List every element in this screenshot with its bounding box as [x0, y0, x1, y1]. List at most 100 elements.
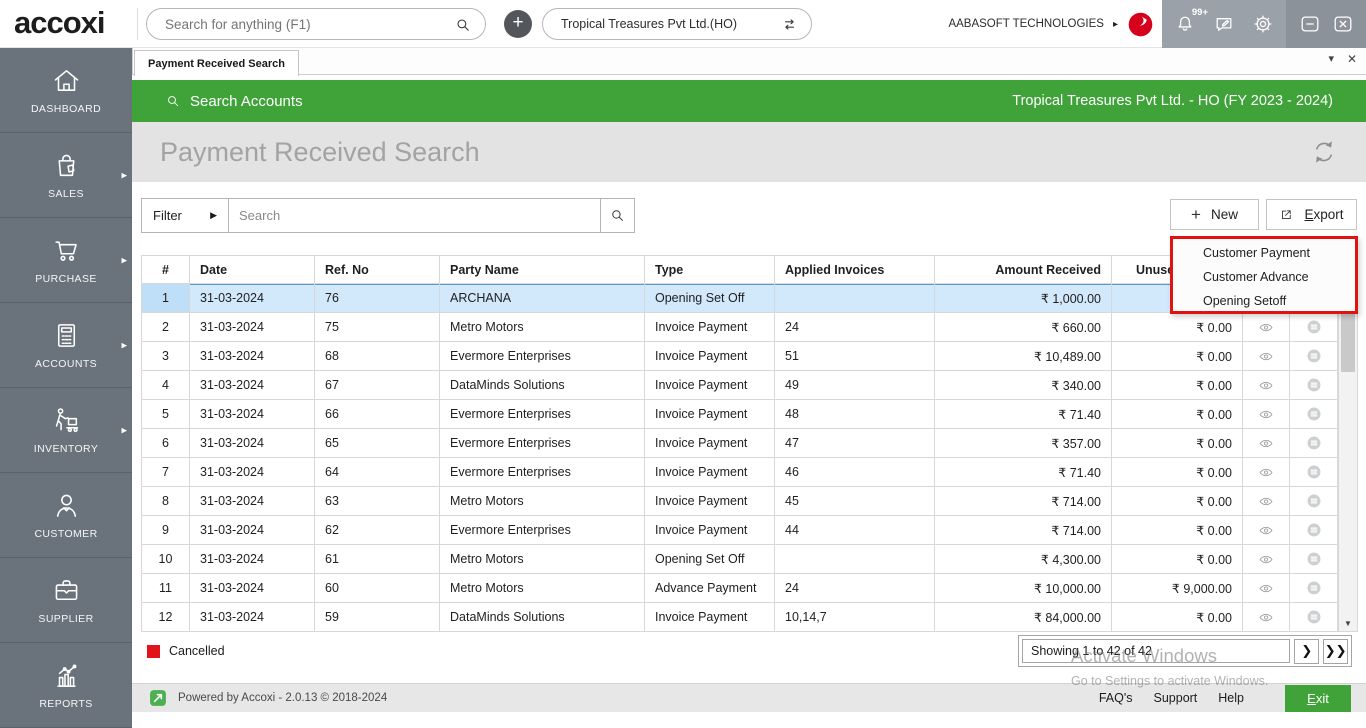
sidebar-item-dashboard[interactable]: DASHBOARD	[0, 48, 132, 133]
table-cell: ₹ 357.00	[935, 429, 1112, 458]
minimize-icon[interactable]	[1299, 13, 1321, 35]
table-row[interactable]: 1031-03-202461Metro MotorsOpening Set Of…	[141, 545, 1358, 574]
table-cell: 12	[141, 603, 190, 632]
column-header[interactable]: #	[141, 255, 190, 284]
table-cell: ₹ 714.00	[935, 516, 1112, 545]
search-accounts-label: Search Accounts	[190, 93, 303, 110]
refresh-icon[interactable]	[1310, 138, 1338, 166]
table-cell: ARCHANA	[440, 284, 645, 313]
table-cell: 64	[315, 458, 440, 487]
company-selector[interactable]: Tropical Treasures Pvt Ltd.(HO)	[542, 8, 812, 40]
table-search-input[interactable]	[229, 199, 600, 232]
tab-close-icon[interactable]: ✕	[1347, 52, 1357, 66]
view-icon[interactable]	[1256, 494, 1276, 509]
column-header[interactable]: Date	[190, 255, 315, 284]
next-page-button[interactable]: ❯	[1294, 639, 1319, 664]
accoxi-footer-logo-icon	[148, 688, 168, 708]
table-row[interactable]: 931-03-202462Evermore EnterprisesInvoice…	[141, 516, 1358, 545]
global-search-input[interactable]	[165, 9, 445, 39]
column-header[interactable]: Type	[645, 255, 775, 284]
table-cell: Invoice Payment	[645, 342, 775, 371]
tab-list-caret-icon[interactable]: ▾	[1328, 52, 1334, 65]
table-cell: 31-03-2024	[190, 429, 315, 458]
table-cell: 76	[315, 284, 440, 313]
notification-badge: 99+	[1192, 7, 1208, 18]
footer-link-faqs[interactable]: FAQ's	[1099, 691, 1133, 705]
table-row[interactable]: 531-03-202466Evermore EnterprisesInvoice…	[141, 400, 1358, 429]
exit-button[interactable]: Exit	[1285, 685, 1351, 712]
organization-zone[interactable]: AABASOFT TECHNOLOGIES ▸	[948, 0, 1154, 48]
table-cell: Metro Motors	[440, 313, 645, 342]
row-menu-icon[interactable]	[1305, 347, 1323, 365]
table-cell: 31-03-2024	[190, 284, 315, 313]
export-button[interactable]: Export	[1266, 199, 1357, 230]
settings-gear-icon[interactable]	[1252, 13, 1274, 35]
table-row[interactable]: 631-03-202465Evermore EnterprisesInvoice…	[141, 429, 1358, 458]
row-menu-icon[interactable]	[1305, 434, 1323, 452]
row-menu-icon[interactable]	[1305, 550, 1323, 568]
row-menu-icon[interactable]	[1305, 463, 1323, 481]
view-icon[interactable]	[1256, 552, 1276, 567]
scrollbar-down-arrow-icon[interactable]: ▼	[1339, 619, 1357, 628]
view-icon[interactable]	[1256, 378, 1276, 393]
view-icon[interactable]	[1256, 581, 1276, 596]
global-search	[146, 8, 486, 40]
table-row[interactable]: 231-03-202475Metro MotorsInvoice Payment…	[141, 313, 1358, 342]
close-window-icon[interactable]	[1332, 13, 1354, 35]
add-button[interactable]: +	[504, 10, 532, 38]
row-menu-icon[interactable]	[1305, 608, 1323, 626]
table-row[interactable]: 431-03-202467DataMinds SolutionsInvoice …	[141, 371, 1358, 400]
menu-item-customer-advance[interactable]: Customer Advance	[1173, 265, 1355, 289]
table-row[interactable]: 331-03-202468Evermore EnterprisesInvoice…	[141, 342, 1358, 371]
view-icon[interactable]	[1256, 610, 1276, 625]
table-search-button[interactable]	[600, 198, 635, 233]
messages-icon[interactable]	[1213, 13, 1235, 35]
footer-link-support[interactable]: Support	[1154, 691, 1198, 705]
column-header[interactable]: Amount Received	[935, 255, 1112, 284]
sidebar-item-purchase[interactable]: PURCHASE▸	[0, 218, 132, 303]
table-row[interactable]: 1231-03-202459DataMinds SolutionsInvoice…	[141, 603, 1358, 632]
view-icon[interactable]	[1256, 320, 1276, 335]
row-menu-icon[interactable]	[1305, 579, 1323, 597]
view-icon[interactable]	[1256, 349, 1276, 364]
column-header[interactable]: Applied Invoices	[775, 255, 935, 284]
row-menu-icon[interactable]	[1305, 521, 1323, 539]
new-button[interactable]: + New	[1170, 199, 1259, 230]
menu-item-opening-setoff[interactable]: Opening Setoff	[1173, 289, 1355, 313]
last-page-button[interactable]: ❯❯	[1323, 639, 1348, 664]
app-window: accoxi + Tropical Treasures Pvt Ltd.(HO)…	[0, 0, 1366, 728]
sidebar-item-accounts[interactable]: ACCOUNTS▸	[0, 303, 132, 388]
sidebar-item-reports[interactable]: REPORTS	[0, 643, 132, 728]
view-icon[interactable]	[1256, 407, 1276, 422]
person-icon	[51, 490, 82, 521]
row-menu-icon[interactable]	[1305, 376, 1323, 394]
avatar[interactable]	[1127, 11, 1154, 38]
view-icon[interactable]	[1256, 465, 1276, 480]
view-icon[interactable]	[1256, 523, 1276, 538]
column-header[interactable]: Party Name	[440, 255, 645, 284]
row-menu-icon[interactable]	[1305, 318, 1323, 336]
table-row[interactable]: 831-03-202463Metro MotorsInvoice Payment…	[141, 487, 1358, 516]
footer-link-help[interactable]: Help	[1218, 691, 1244, 705]
switch-company-icon[interactable]	[780, 15, 799, 34]
row-menu-icon[interactable]	[1305, 405, 1323, 423]
sidebar-item-supplier[interactable]: SUPPLIER	[0, 558, 132, 643]
table-row[interactable]: 731-03-202464Evermore EnterprisesInvoice…	[141, 458, 1358, 487]
table-cell: Invoice Payment	[645, 458, 775, 487]
sidebar-item-inventory[interactable]: INVENTORY▸	[0, 388, 132, 473]
search-accounts-link[interactable]: Search Accounts	[165, 93, 303, 110]
row-menu-icon[interactable]	[1305, 492, 1323, 510]
search-icon[interactable]	[454, 16, 472, 34]
calculator-icon	[51, 320, 82, 351]
table-row[interactable]: 1131-03-202460Metro MotorsAdvance Paymen…	[141, 574, 1358, 603]
scrollbar-thumb[interactable]	[1341, 314, 1355, 372]
sidebar-item-customer[interactable]: CUSTOMER	[0, 473, 132, 558]
menu-item-customer-payment[interactable]: Customer Payment	[1173, 241, 1355, 265]
filter-dropdown[interactable]: Filter ▶	[141, 198, 229, 233]
cart-icon	[51, 235, 82, 266]
notifications-bell-icon[interactable]: 99+	[1174, 13, 1196, 35]
view-icon[interactable]	[1256, 436, 1276, 451]
tab-payment-received-search[interactable]: Payment Received Search	[134, 50, 299, 76]
sidebar-item-sales[interactable]: SALES▸	[0, 133, 132, 218]
column-header[interactable]: Ref. No	[315, 255, 440, 284]
